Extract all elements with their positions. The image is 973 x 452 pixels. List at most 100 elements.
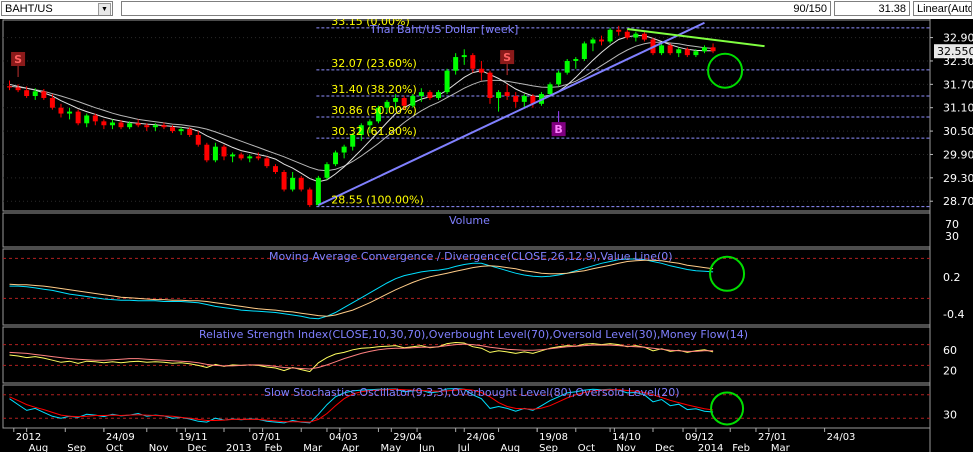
candle-body: [15, 87, 21, 91]
x-axis-label: 24/03: [827, 432, 856, 443]
candle-body: [418, 92, 424, 97]
indicator-axis-label: 20: [943, 365, 957, 378]
candle-body: [204, 144, 210, 161]
candle-body: [135, 123, 141, 126]
candle-body: [444, 70, 450, 93]
x-axis-label: Jun: [418, 443, 435, 452]
chart-area[interactable]: S SB33.15 (0.00%)32.07 (23.60%)31.40 (38.…: [0, 19, 973, 452]
x-axis-label: Sep: [67, 443, 86, 452]
indicator-title: Moving Average Convergence / Divergence(…: [269, 250, 673, 263]
indicator-axis-label: 0.2: [943, 271, 961, 284]
candle-body: [238, 154, 244, 159]
candle-body: [547, 84, 553, 95]
candle-body: [290, 177, 296, 190]
candle-body: [659, 45, 665, 54]
price-axis-label: 30.50: [943, 125, 973, 138]
candle-body: [41, 91, 47, 98]
chevron-down-icon[interactable]: ▼: [98, 3, 111, 15]
candle-body: [427, 92, 433, 98]
candle-body: [255, 156, 261, 159]
x-axis-label: Dec: [655, 443, 674, 452]
scale-mode: Linear(Auto): [917, 3, 972, 15]
price-title: Thai Baht/US Dollar [week]: [369, 23, 518, 36]
candle-body: [478, 68, 484, 73]
x-axis-label: Feb: [732, 443, 750, 452]
x-axis-label: 09/12: [685, 432, 714, 443]
x-axis-label: 27/01: [758, 432, 787, 443]
candle-body: [513, 96, 519, 102]
candle-body: [496, 92, 502, 98]
candle-body: [393, 97, 399, 102]
candle-body: [521, 96, 527, 102]
fib-label: 31.40 (38.20%): [331, 83, 417, 96]
candle-body: [315, 177, 321, 206]
x-axis-label: May: [380, 443, 401, 452]
x-axis-label: 2014: [698, 443, 723, 452]
candle-body: [599, 39, 605, 42]
fib-label: 32.07 (23.60%): [331, 57, 417, 70]
volume-axis-label: 30: [945, 230, 959, 243]
candle-body: [710, 47, 716, 52]
candle-body: [624, 31, 630, 38]
fib-label: 30.86 (50.00%): [331, 104, 417, 117]
candle-body: [264, 158, 270, 167]
candle-body: [118, 122, 124, 128]
candle-body: [307, 189, 313, 206]
x-axis-label: Oct: [106, 443, 123, 452]
signal-marker-text: B: [554, 123, 562, 136]
candle-body: [152, 125, 158, 128]
candle-body: [693, 51, 699, 56]
candle-body: [461, 55, 467, 58]
x-axis-label: Apr: [342, 443, 360, 452]
x-axis-label: Aug: [501, 443, 521, 452]
price-axis-label: 31.70: [943, 78, 973, 91]
candle-body: [195, 134, 201, 145]
candle-body: [616, 29, 622, 32]
bars-count: 90/150: [793, 3, 827, 15]
x-axis-label: Sep: [539, 443, 558, 452]
candle-body: [58, 107, 64, 114]
candle-body: [24, 90, 30, 97]
bars-count-field: 90/150: [121, 1, 831, 16]
candle-body: [590, 39, 596, 44]
x-axis-label: 19/08: [539, 432, 568, 443]
candle-body: [504, 92, 510, 97]
candle-body: [333, 152, 339, 165]
signal-marker-text: S: [14, 53, 22, 66]
candle-body: [676, 49, 682, 54]
candle-body: [667, 45, 673, 54]
candle-body: [32, 91, 38, 97]
price-axis-label: 29.90: [943, 148, 973, 161]
last-price: 31.38: [878, 3, 906, 15]
candle-body: [212, 146, 218, 161]
candle-body: [67, 111, 73, 114]
candle-body: [49, 97, 55, 108]
candle-body: [109, 122, 115, 126]
candle-body: [470, 55, 476, 69]
x-axis-label: 04/03: [329, 432, 358, 443]
candle-body: [581, 43, 587, 60]
last-price-field: 31.38: [834, 1, 910, 16]
candle-body: [341, 146, 347, 153]
candle-body: [178, 129, 184, 132]
scale-mode-field[interactable]: Linear(Auto): [913, 1, 972, 16]
x-axis-label: Nov: [149, 443, 169, 452]
x-axis-label: 19/11: [179, 432, 208, 443]
candle-body: [684, 49, 690, 56]
symbol-selector[interactable]: BAHT/US ▼: [1, 1, 113, 16]
candle-body: [436, 92, 441, 98]
indicator-title: Relative Strength Index(CLOSE,10,30,70),…: [199, 328, 748, 341]
candle-body: [281, 171, 287, 190]
candle-body: [230, 154, 236, 157]
x-axis-label: 2012: [16, 432, 41, 443]
candle-body: [272, 166, 278, 172]
x-axis-label: 29/04: [393, 432, 422, 443]
candle-body: [187, 129, 193, 135]
candle-body: [247, 156, 253, 159]
x-axis-label: Feb: [265, 443, 283, 452]
price-axis-label: 29.30: [943, 172, 973, 185]
indicator-axis-label: -0.4: [943, 308, 964, 321]
x-axis-label: Nov: [616, 443, 636, 452]
candle-body: [564, 60, 570, 73]
indicator-axis-label: 30: [943, 408, 957, 421]
